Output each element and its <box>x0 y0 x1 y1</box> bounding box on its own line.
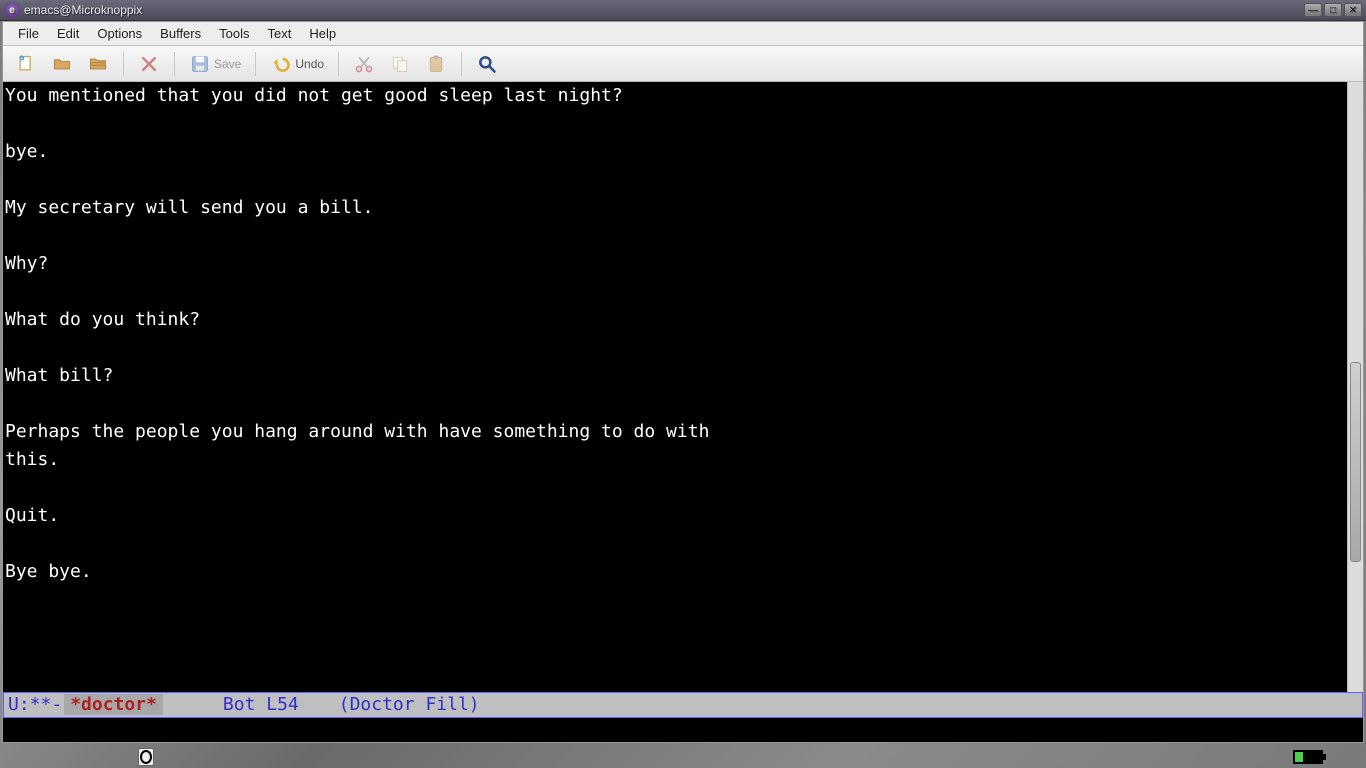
toolbar-separator <box>338 52 339 76</box>
new-file-icon: + <box>15 53 37 75</box>
svg-text:+: + <box>20 57 23 63</box>
battery-fill <box>1295 752 1303 762</box>
battery-indicator[interactable] <box>1293 750 1323 764</box>
editor-area: You mentioned that you did not get good … <box>3 82 1363 741</box>
undo-button[interactable]: Undo <box>264 50 330 78</box>
mode-line-position: Bot L54 <box>223 694 299 715</box>
toolbar-separator <box>123 52 124 76</box>
copy-icon <box>389 53 411 75</box>
menu-file[interactable]: File <box>9 23 48 44</box>
save-button-label: Save <box>214 57 241 71</box>
buffer-text[interactable]: You mentioned that you did not get good … <box>3 82 1347 691</box>
toolbar-separator <box>461 52 462 76</box>
search-icon <box>476 53 498 75</box>
emacs-window: File Edit Options Buffers Tools Text Hel… <box>2 21 1364 742</box>
mode-line-buffer-name: *doctor* <box>64 694 163 715</box>
workspace-2[interactable] <box>138 748 154 766</box>
search-button[interactable] <box>470 50 504 78</box>
menu-edit[interactable]: Edit <box>48 23 88 44</box>
folder-icon <box>87 53 109 75</box>
open-file-icon <box>51 53 73 75</box>
mode-line-status: U:**- <box>4 694 62 715</box>
mode-line[interactable]: U:**- *doctor* Bot L54 (Doctor Fill) <box>3 692 1363 718</box>
cut-button[interactable] <box>347 50 381 78</box>
menu-buffers[interactable]: Buffers <box>151 23 210 44</box>
window-title: emacs@Microknoppix <box>24 3 142 17</box>
save-floppy-icon <box>189 53 211 75</box>
scissors-icon <box>353 53 375 75</box>
scrollbar[interactable] <box>1347 82 1363 691</box>
clipboard-icon <box>425 53 447 75</box>
mode-line-major-mode: (Doctor Fill) <box>339 694 480 715</box>
close-x-icon <box>138 53 160 75</box>
paste-button[interactable] <box>419 50 453 78</box>
minimize-button[interactable]: ― <box>1304 3 1322 17</box>
open-file-button[interactable] <box>45 50 79 78</box>
menu-text[interactable]: Text <box>258 23 300 44</box>
copy-button[interactable] <box>383 50 417 78</box>
dired-button[interactable] <box>81 50 115 78</box>
close-button[interactable]: ✕ <box>1344 3 1362 17</box>
undo-arrow-icon <box>270 53 292 75</box>
menu-help[interactable]: Help <box>300 23 345 44</box>
menubar: File Edit Options Buffers Tools Text Hel… <box>3 22 1363 46</box>
kill-buffer-button[interactable] <box>132 50 166 78</box>
menu-options[interactable]: Options <box>88 23 151 44</box>
toolbar: + Save <box>3 46 1363 82</box>
emacs-icon: e <box>4 2 20 18</box>
menu-tools[interactable]: Tools <box>210 23 258 44</box>
undo-button-label: Undo <box>295 57 324 71</box>
new-file-button[interactable]: + <box>9 50 43 78</box>
window-titlebar[interactable]: e emacs@Microknoppix ― □ ✕ <box>0 0 1366 21</box>
scroll-thumb[interactable] <box>1350 362 1361 562</box>
toolbar-separator <box>255 52 256 76</box>
minibuffer[interactable] <box>3 718 1363 742</box>
maximize-button[interactable]: □ <box>1324 3 1342 17</box>
toolbar-separator <box>174 52 175 76</box>
save-button[interactable]: Save <box>183 50 247 78</box>
